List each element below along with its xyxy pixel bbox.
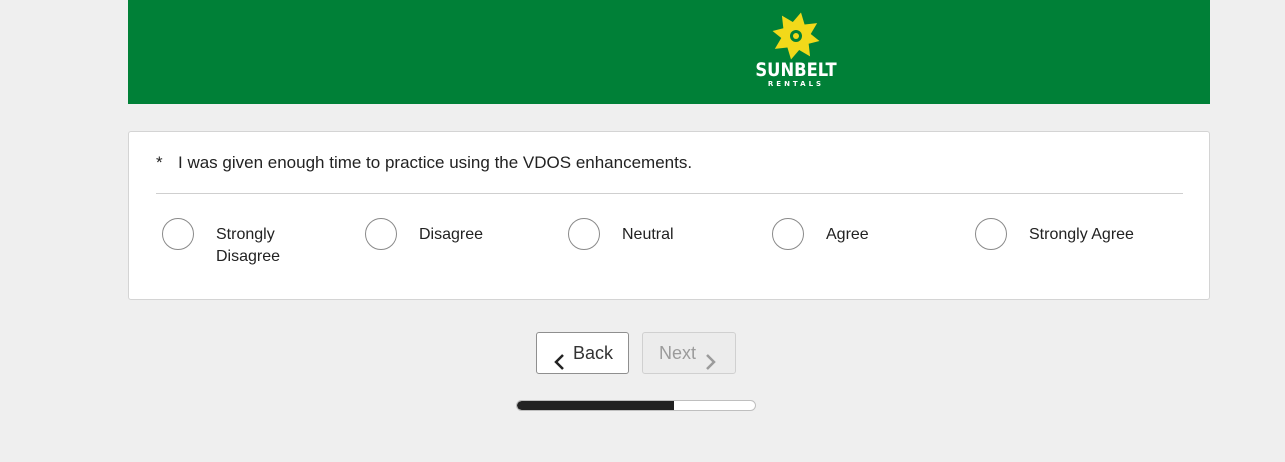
option-label: Disagree — [419, 226, 484, 243]
option-label: Strongly Agree — [1029, 226, 1134, 243]
chevron-left-icon — [553, 345, 565, 385]
option-label: Strongly Disagree — [216, 226, 281, 265]
logo-subtitle: RENTALS — [767, 80, 825, 88]
sun-icon — [772, 12, 820, 60]
radio-button[interactable] — [975, 218, 1007, 250]
header-banner: SUNBELT RENTALS — [128, 0, 1210, 104]
back-label: Back — [573, 343, 614, 363]
radio-button[interactable] — [772, 218, 804, 250]
required-marker: * — [156, 153, 163, 172]
chevron-right-icon — [705, 345, 717, 385]
radio-button[interactable] — [568, 218, 600, 250]
radio-button[interactable] — [162, 218, 194, 250]
radio-button[interactable] — [365, 218, 397, 250]
survey-page: SUNBELT RENTALS * I was given enough time… — [0, 0, 1285, 462]
sunbelt-logo: SUNBELT RENTALS — [740, 8, 852, 92]
next-button[interactable]: Next — [642, 332, 736, 374]
question-text: * I was given enough time to practice usi… — [156, 151, 692, 175]
progress-bar — [516, 400, 756, 411]
progress-fill — [517, 401, 675, 410]
back-button[interactable]: Back — [536, 332, 629, 374]
question-label: I was given enough time to practice usin… — [178, 153, 693, 172]
option-label: Neutral — [622, 226, 674, 243]
logo-wordmark: SUNBELT — [755, 59, 837, 81]
question-card: * I was given enough time to practice usi… — [128, 131, 1210, 300]
option-label: Agree — [826, 226, 869, 243]
next-label: Next — [659, 343, 697, 363]
divider — [156, 193, 1183, 194]
